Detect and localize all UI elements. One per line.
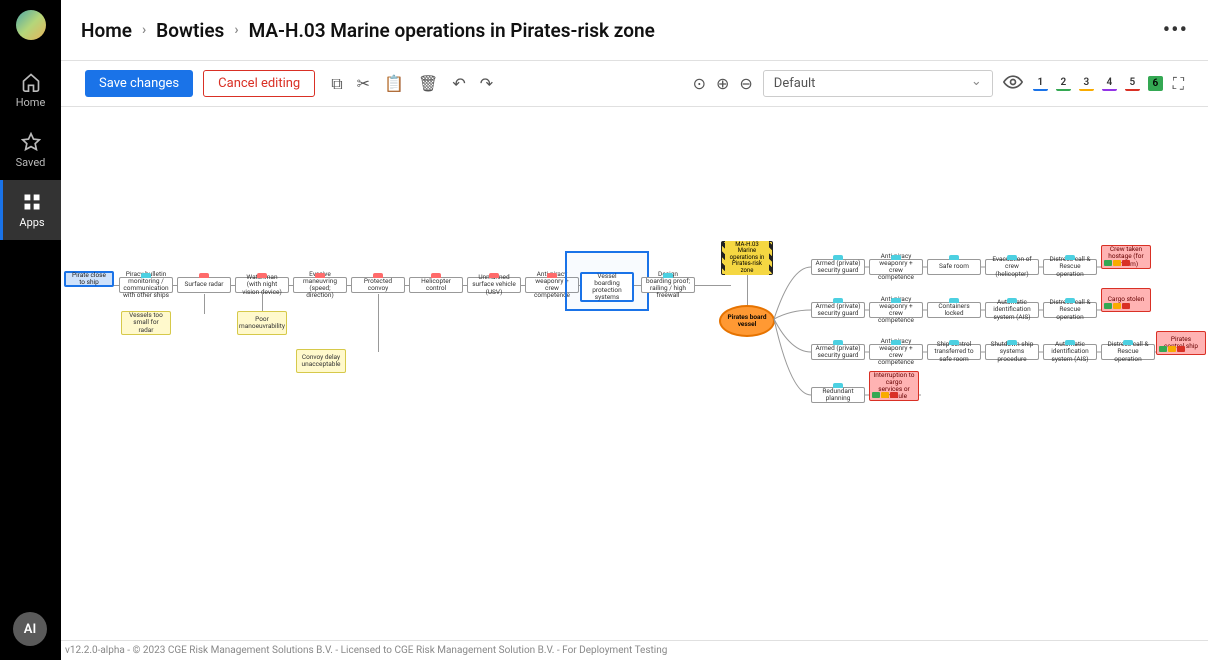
visibility-icon[interactable] — [1003, 72, 1023, 96]
zoom-group: ⊙ ⊕ ⊖ — [693, 74, 753, 93]
layer-badges: 1 2 3 4 5 6 — [1033, 76, 1163, 91]
layer-badge-6[interactable]: 6 — [1148, 76, 1163, 91]
barrier-node[interactable]: Ship control transferred to safe room — [927, 344, 981, 360]
footer: v12.2.0-alpha - © 2023 CGE Risk Manageme… — [61, 640, 1208, 660]
nav-home-label: Home — [16, 96, 46, 109]
barrier-node[interactable]: Distress call & Rescue operation — [1043, 302, 1097, 318]
breadcrumb-bowties[interactable]: Bowties — [156, 19, 224, 42]
connector-fan — [61, 107, 1208, 639]
barrier-node[interactable]: Armed (private) security guard — [811, 344, 865, 360]
barrier-node[interactable]: Armed (private) security guard — [811, 259, 865, 275]
connector — [378, 294, 379, 352]
zoom-fit-icon[interactable]: ⊙ — [693, 74, 706, 93]
avatar[interactable] — [16, 10, 46, 40]
barrier-node[interactable]: Piracy bulletin monitoring / communicati… — [119, 277, 173, 293]
nav-apps-label: Apps — [19, 216, 44, 229]
main: Home › Bowties › MA-H.03 Marine operatio… — [61, 0, 1208, 660]
barrier-node[interactable]: Evasive maneuvring (speed; direction) — [293, 277, 347, 293]
barrier-node[interactable]: Helicopter control — [409, 277, 463, 293]
view-select[interactable]: Default — [763, 70, 993, 97]
barrier-node[interactable]: Anti-piracy weaponry + crew competence — [869, 259, 923, 275]
toolbar: Save changes Cancel editing ⧉ ✂ 📋 🗑 ↶ ↷ … — [61, 61, 1208, 107]
barrier-node-selected[interactable]: Vessel boarding protection systems — [580, 272, 634, 302]
consequence-node[interactable]: Pirates control ship — [1156, 331, 1206, 355]
paste-icon[interactable]: 📋 — [384, 74, 404, 94]
layer-badge-5[interactable]: 5 — [1125, 76, 1140, 91]
nav-apps[interactable]: Apps — [0, 180, 61, 240]
view-select-value: Default — [774, 76, 816, 91]
hazard-node[interactable]: MA-H.03 Marine operations in Pirates-ris… — [721, 241, 773, 275]
home-icon — [21, 72, 41, 92]
barrier-node[interactable]: Distress call & Rescue operation — [1043, 259, 1097, 275]
barrier-node[interactable]: Redundant planning — [811, 387, 865, 403]
layer-badge-3[interactable]: 3 — [1079, 76, 1094, 91]
topbar: Home › Bowties › MA-H.03 Marine operatio… — [61, 0, 1208, 61]
barrier-node[interactable]: Anti-piracy weaponry + crew competence — [869, 302, 923, 318]
redo-icon[interactable]: ↷ — [480, 74, 493, 94]
more-menu-icon[interactable]: ••• — [1163, 18, 1188, 43]
fullscreen-icon[interactable]: ⛶ — [1173, 74, 1184, 94]
chevron-right-icon: › — [142, 22, 146, 38]
barrier-node[interactable]: Surface radar — [177, 277, 231, 293]
breadcrumb-current: MA-H.03 Marine operations in Pirates-ris… — [249, 19, 655, 42]
barrier-node[interactable]: Design boarding proof; railing / high fr… — [641, 277, 695, 293]
star-icon — [21, 132, 41, 152]
breadcrumb: Home › Bowties › MA-H.03 Marine operatio… — [81, 19, 655, 42]
ai-badge[interactable]: AI — [13, 612, 47, 646]
barrier-node[interactable]: Safe room — [927, 259, 981, 275]
barrier-node[interactable]: Containers locked — [927, 302, 981, 318]
barrier-node[interactable]: Shutdown ship systems procedure — [985, 344, 1039, 360]
consequence-node[interactable]: Interruption to cargo services or schedu… — [869, 371, 919, 401]
escalation-node[interactable]: Poor manoeuvrability — [237, 311, 287, 335]
copy-icon[interactable]: ⧉ — [331, 74, 342, 94]
undo-icon[interactable]: ↶ — [452, 74, 465, 94]
layer-badge-1[interactable]: 1 — [1033, 76, 1048, 91]
escalation-node[interactable]: Vessels too small for radar — [121, 311, 171, 335]
barrier-node[interactable]: Automatic identification system (AIS) — [1043, 344, 1097, 360]
barrier-node[interactable]: Protected convoy — [351, 277, 405, 293]
barrier-node[interactable]: Armed (private) security guard — [811, 302, 865, 318]
consequence-node[interactable]: Crew taken hostage (for ransom) — [1101, 245, 1151, 269]
hazard-label: MA-H.03 Marine operations in Pirates-ris… — [725, 241, 769, 276]
layer-badge-4[interactable]: 4 — [1102, 76, 1117, 91]
barrier-node[interactable]: Watchman (with night vision device) — [235, 277, 289, 293]
top-event-node[interactable]: Pirates board vessel — [719, 305, 775, 337]
nav-home[interactable]: Home — [0, 60, 61, 120]
barrier-node[interactable]: Unmanned surface vehicle (USV) — [467, 277, 521, 293]
cut-icon[interactable]: ✂ — [357, 74, 370, 94]
diagram-canvas[interactable]: Pirate close to ship Piracy bulletin mon… — [61, 107, 1208, 640]
escalation-node[interactable]: Convoy delay unacceptable — [296, 349, 346, 373]
nav-saved-label: Saved — [16, 156, 46, 169]
cancel-button[interactable]: Cancel editing — [203, 70, 315, 97]
edit-tool-group: ⧉ ✂ 📋 🗑 ↶ ↷ — [331, 74, 493, 94]
threat-node[interactable]: Pirate close to ship — [64, 271, 114, 287]
connector — [204, 294, 205, 314]
save-button[interactable]: Save changes — [85, 70, 193, 97]
barrier-node[interactable]: Automatic identification system (AIS) — [985, 302, 1039, 318]
barrier-node[interactable]: Distress call & Rescue operation — [1101, 344, 1155, 360]
delete-icon[interactable]: 🗑 — [418, 74, 438, 94]
apps-icon — [22, 192, 42, 212]
zoom-out-icon[interactable]: ⊖ — [739, 74, 752, 93]
barrier-node[interactable]: Evacuation of crew (helicopter) — [985, 259, 1039, 275]
connector — [747, 275, 748, 305]
barrier-node[interactable]: Anti-piracy weaponry + crew competence — [869, 344, 923, 360]
chevron-right-icon: › — [234, 22, 238, 38]
nav-saved[interactable]: Saved — [0, 120, 61, 180]
zoom-in-icon[interactable]: ⊕ — [716, 74, 729, 93]
breadcrumb-home[interactable]: Home — [81, 19, 132, 42]
layer-badge-2[interactable]: 2 — [1056, 76, 1071, 91]
sidebar: Home Saved Apps AI — [0, 0, 61, 660]
consequence-node[interactable]: Cargo stolen — [1101, 288, 1151, 312]
